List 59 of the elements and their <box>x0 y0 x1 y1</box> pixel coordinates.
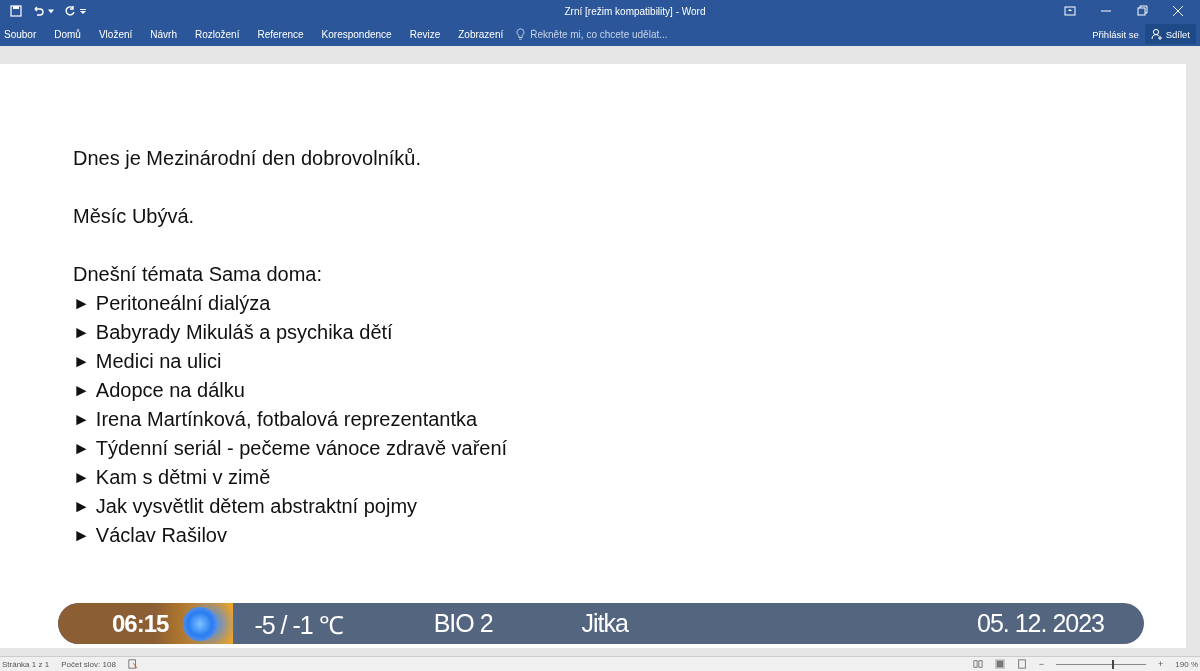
zoom-in-button[interactable]: + <box>1158 659 1164 669</box>
restore-icon[interactable] <box>1136 5 1148 17</box>
ribbon-tab[interactable]: Návrh <box>141 24 186 44</box>
paragraph: Dnešní témata Sama doma: <box>73 262 323 287</box>
bullet-marker: ► <box>73 380 90 402</box>
bullet-marker: ► <box>73 351 90 373</box>
sun-icon <box>182 605 219 642</box>
save-icon[interactable] <box>10 5 22 17</box>
date-text: 05. 12. 2023 <box>977 609 1104 638</box>
list-item: Kam s dětmi v zimě <box>95 465 271 490</box>
bullet-marker: ► <box>73 322 90 344</box>
undo-icon[interactable] <box>32 5 44 17</box>
sign-in-link[interactable]: Přihlásit se <box>1086 28 1145 40</box>
bullet-marker: ► <box>73 409 90 431</box>
ribbon-display-icon[interactable] <box>1064 5 1076 17</box>
list-item: Týdenní seriál - pečeme vánoce zdravě vaření <box>95 436 508 461</box>
time-text: 06:15 <box>112 609 169 638</box>
list-item: Peritoneální dialýza <box>95 291 271 316</box>
bullet-marker: ► <box>73 293 90 315</box>
bullet-marker: ► <box>73 525 90 547</box>
print-layout-icon[interactable] <box>994 659 1005 669</box>
lightbulb-icon <box>516 28 526 40</box>
caret-icon[interactable] <box>48 8 54 14</box>
list-item: Adopce na dálku <box>95 378 245 403</box>
ribbon-tab[interactable]: Reference <box>248 24 313 44</box>
channel-text: BIO 2 <box>433 609 493 638</box>
proofing-icon[interactable] <box>127 659 138 669</box>
paragraph: Měsíc Ubývá. <box>73 204 196 229</box>
tell-me-field[interactable]: Řekněte mi, co chcete udělat... <box>516 27 703 41</box>
zoom-level[interactable]: 190 % <box>1175 659 1198 669</box>
customize-icon[interactable] <box>80 8 86 14</box>
zoom-out-button[interactable]: − <box>1038 659 1045 669</box>
redo-icon[interactable] <box>64 5 76 17</box>
word-count[interactable]: Počet slov: 108 <box>61 659 116 669</box>
ribbon-tab[interactable]: Zobrazení <box>449 24 513 44</box>
list-item: Babyrady Mikuláš a psychika dětí <box>95 320 393 345</box>
ribbon-tab[interactable]: Domů <box>45 24 90 44</box>
window-title: Zrní [režim kompatibility] - Word <box>563 5 707 17</box>
list-item: Jak vysvětlit dětem abstraktní pojmy <box>95 494 418 519</box>
read-mode-icon[interactable] <box>972 659 983 669</box>
list-item: Medici na ulici <box>95 349 222 374</box>
web-layout-icon[interactable] <box>1016 659 1027 669</box>
ribbon-tab[interactable]: Korespondence <box>312 24 401 44</box>
bullet-marker: ► <box>73 438 90 460</box>
temperature-text: -5 / -1 ℃ <box>254 609 343 641</box>
ribbon-tab[interactable]: Soubor <box>2 24 46 44</box>
share-button[interactable]: Sdílet <box>1144 24 1196 44</box>
list-item: Václav Rašilov <box>95 523 227 548</box>
bullet-marker: ► <box>73 467 90 489</box>
person-add-icon <box>1150 28 1163 40</box>
ribbon-tab[interactable]: Revize <box>400 24 450 44</box>
name-text: Jitka <box>581 609 628 638</box>
close-icon[interactable] <box>1172 5 1184 17</box>
page-count[interactable]: Stránka 1 z 1 <box>2 659 50 669</box>
ribbon-tab[interactable]: Vložení <box>89 24 142 44</box>
bullet-marker: ► <box>73 496 90 518</box>
list-item: Irena Martínková, fotbalová reprezentantka <box>95 407 478 432</box>
ribbon-tab[interactable]: Rozložení <box>186 24 249 44</box>
paragraph: Dnes je Mezinárodní den dobrovolníků. <box>73 146 422 171</box>
